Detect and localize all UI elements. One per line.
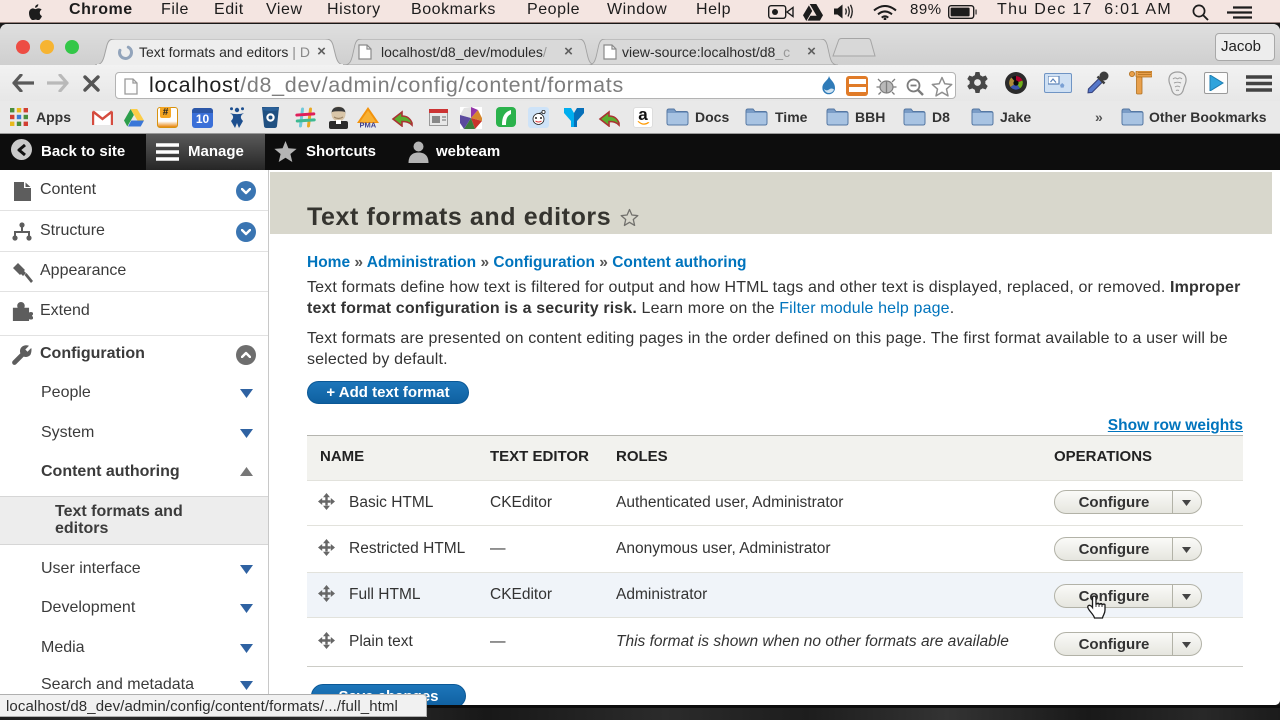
svg-text:PMA: PMA — [360, 121, 377, 129]
